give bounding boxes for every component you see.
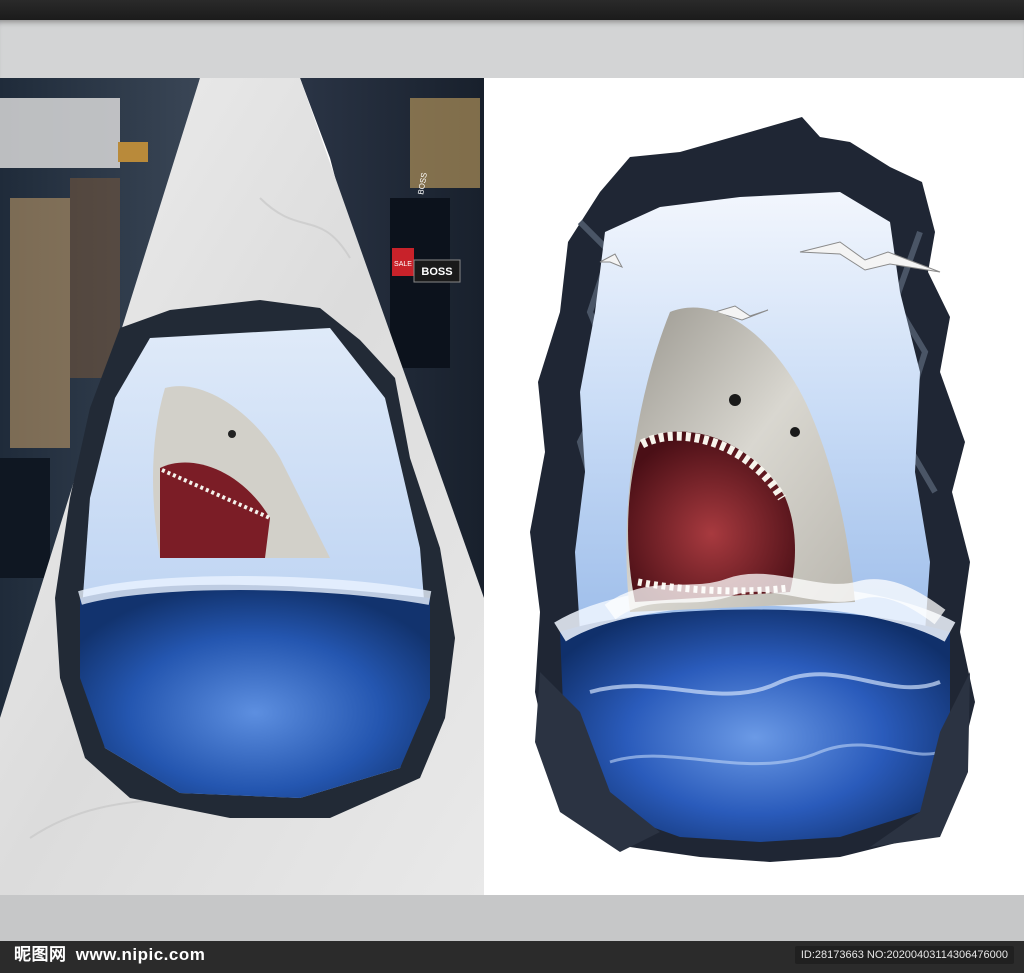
mall-floor-mockup: SALE BOSS BOSS	[0, 78, 484, 895]
shark-decal-artwork	[520, 112, 990, 872]
bottom-gray-band	[0, 895, 1024, 945]
boss-sign: BOSS	[421, 266, 452, 278]
brand-cn-text: 昵图网	[14, 945, 67, 965]
brand-url-text: www.nipic.com	[75, 945, 206, 964]
sale-sign: SALE	[394, 261, 412, 268]
preview-canvas: SALE BOSS BOSS	[0, 78, 1024, 895]
nipic-watermark: 昵图网 www.nipic.com	[14, 941, 205, 969]
top-dark-bar	[0, 0, 1024, 20]
shark-artwork-illustration	[530, 117, 975, 862]
image-id-label: ID:28173663 NO:20200403114306476000	[794, 946, 1014, 964]
mall-scene-illustration: SALE BOSS BOSS	[0, 78, 484, 895]
top-gray-band	[0, 20, 1024, 78]
